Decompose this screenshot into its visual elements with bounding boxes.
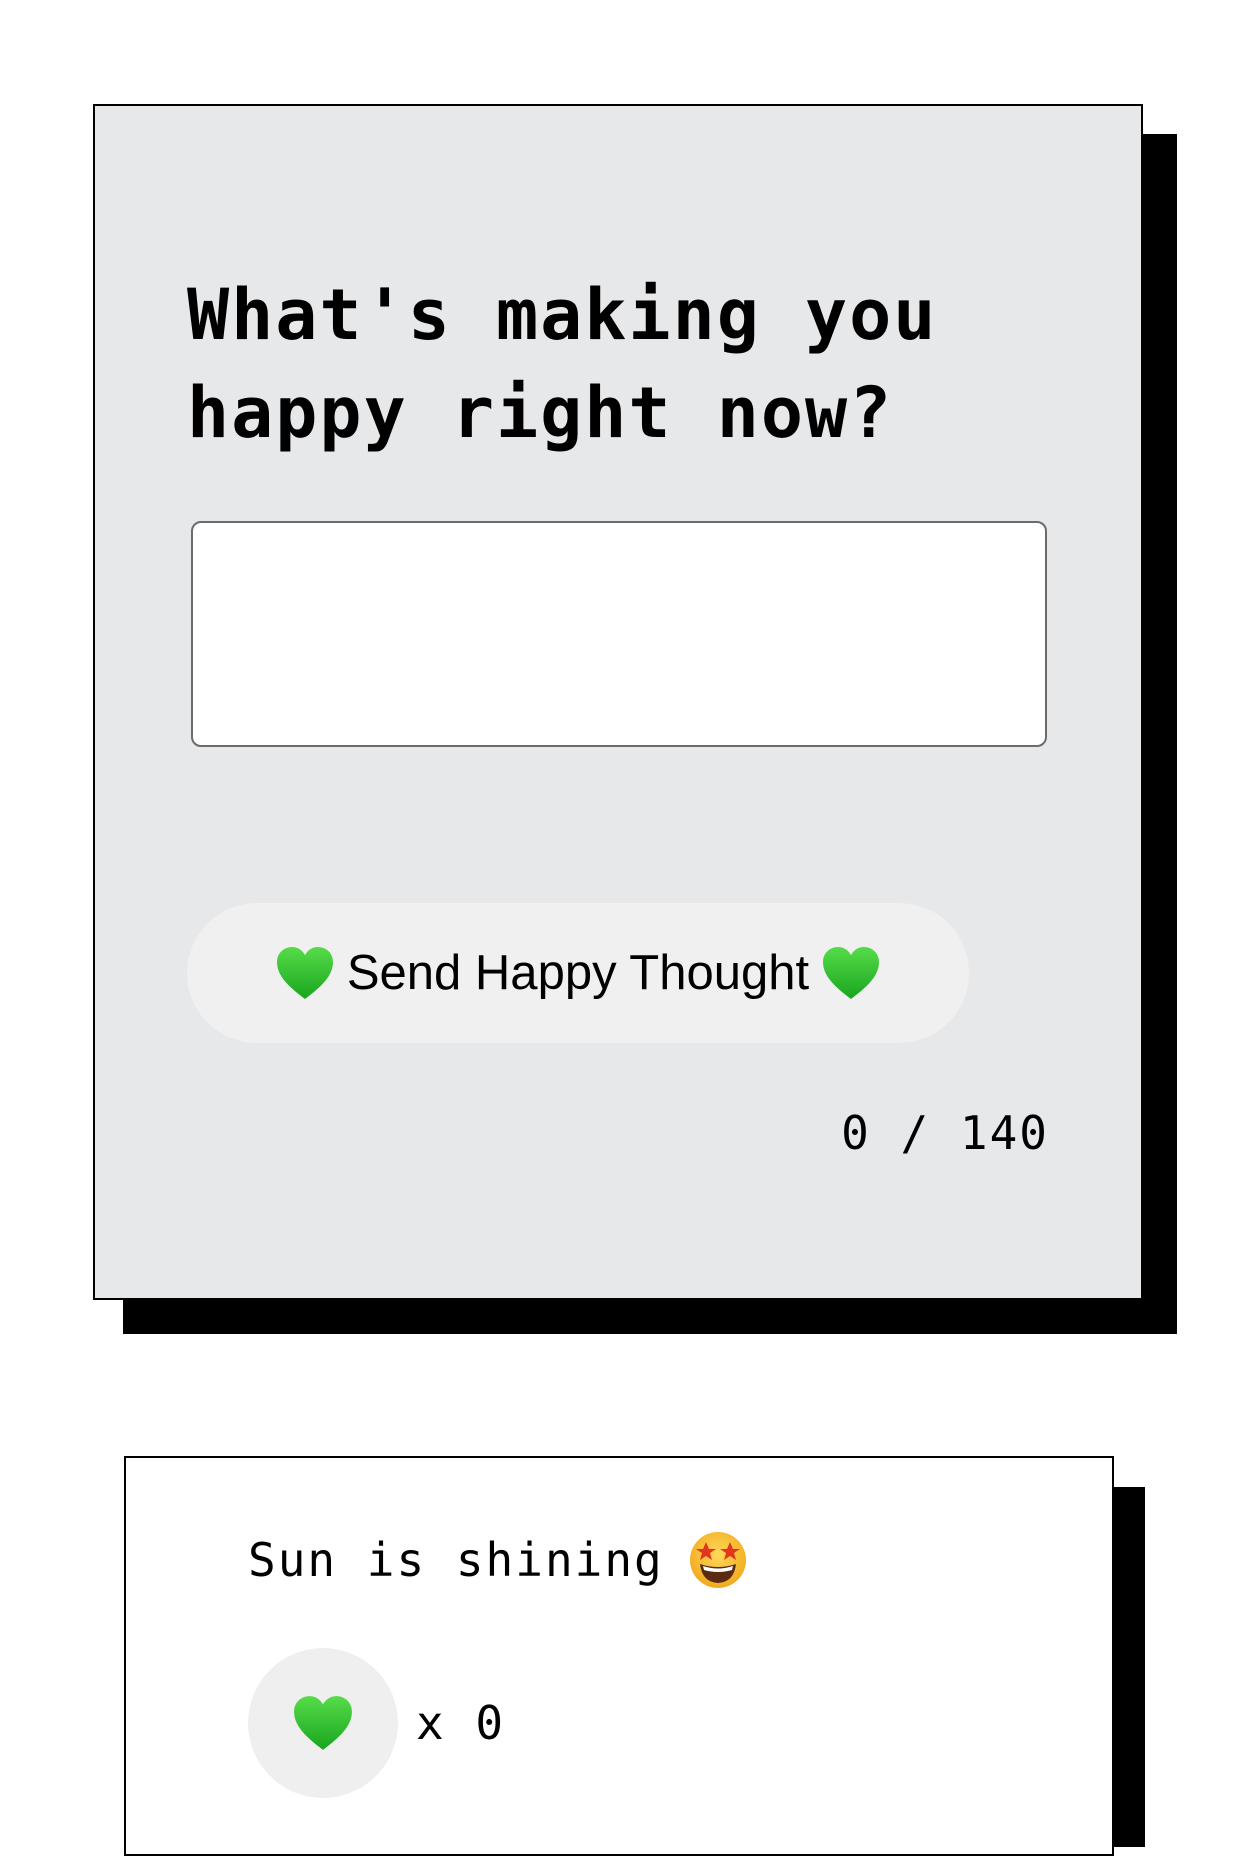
green-heart-icon xyxy=(821,945,881,1001)
star-struck-emoji-icon xyxy=(688,1530,748,1590)
happy-thought-form: What's making you happy right now? Send … xyxy=(93,104,1143,1300)
thought-input[interactable] xyxy=(191,521,1047,747)
send-happy-thought-button[interactable]: Send Happy Thought xyxy=(187,903,969,1043)
green-heart-icon xyxy=(275,945,335,1001)
thought-message: Sun is shining xyxy=(248,1530,748,1590)
green-heart-icon xyxy=(292,1694,354,1752)
thought-card: Sun is shining x 0 xyxy=(124,1456,1114,1856)
send-button-label: Send Happy Thought xyxy=(346,946,810,1000)
like-count: x 0 xyxy=(416,1696,506,1750)
form-title: What's making you happy right now? xyxy=(187,274,938,454)
like-button[interactable] xyxy=(248,1648,398,1798)
thought-message-text: Sun is shining xyxy=(248,1533,664,1587)
character-counter: 0 / 140 xyxy=(841,1106,1049,1160)
